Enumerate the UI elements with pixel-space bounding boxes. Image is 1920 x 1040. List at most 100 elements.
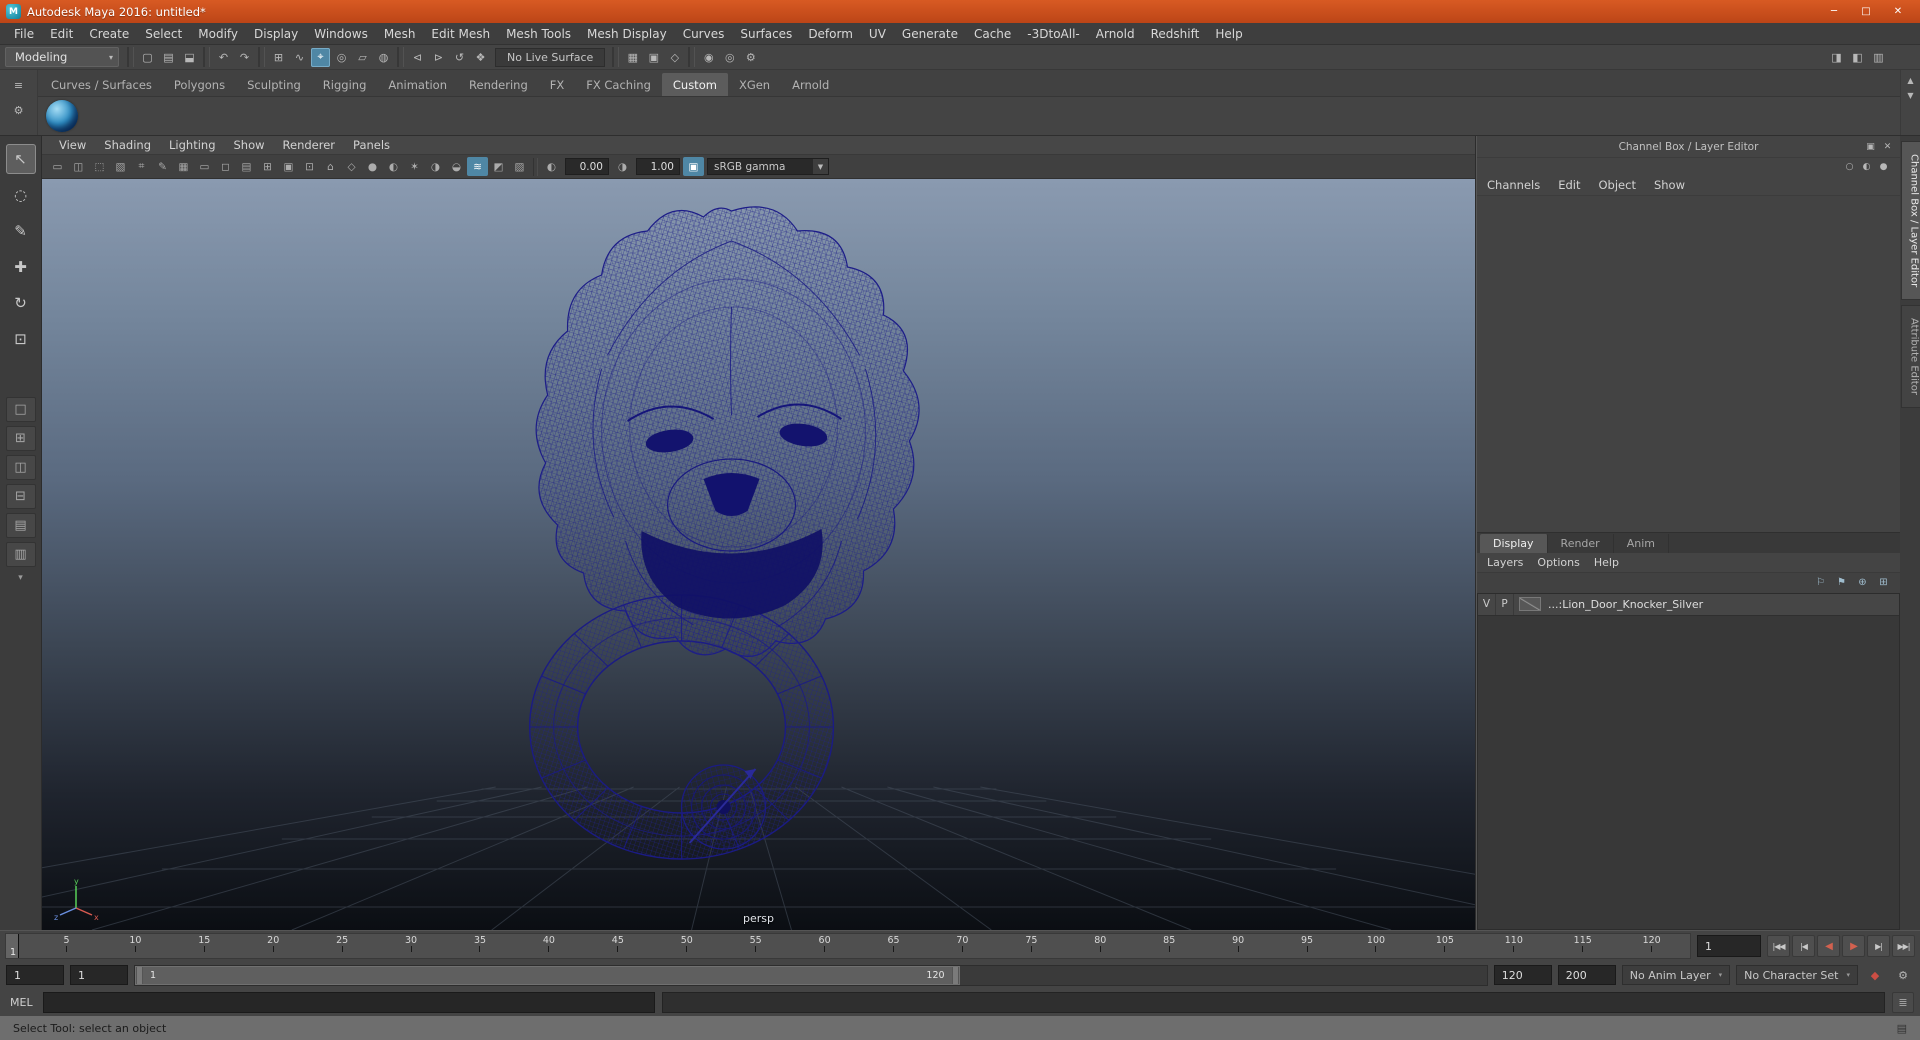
make-live-icon[interactable]: ◍ <box>374 48 393 67</box>
four-pane-layout-button[interactable]: ⊞ <box>5 426 36 451</box>
panel-menu-item[interactable]: Renderer <box>274 138 345 152</box>
viewport-3d[interactable]: y x z persp <box>42 179 1475 930</box>
single-pane-layout-button[interactable]: □ <box>5 397 36 422</box>
motion-blur-icon[interactable]: ≋ <box>467 157 488 176</box>
camera-attributes-icon[interactable]: ◫ <box>68 157 89 176</box>
current-time-field[interactable]: 1 <box>1697 935 1761 957</box>
menu-item[interactable]: Modify <box>190 23 246 45</box>
safe-title-icon[interactable]: ⊡ <box>299 157 320 176</box>
shelf-tab[interactable]: FX <box>539 73 576 96</box>
playback-start-field[interactable]: 1 <box>70 965 128 985</box>
field-chart-icon[interactable]: ⊞ <box>257 157 278 176</box>
wireframe-lion-door-knocker[interactable] <box>528 206 920 860</box>
lasso-select-tool-icon[interactable]: ◌ <box>6 180 36 210</box>
shelf-tab[interactable]: Curves / Surfaces <box>40 73 163 96</box>
animation-preferences-icon[interactable]: ⚙ <box>1892 965 1914 985</box>
menu-item[interactable]: -3DtoAll- <box>1019 23 1087 45</box>
close-button[interactable]: ✕ <box>1882 2 1914 21</box>
shelf-tab[interactable]: Custom <box>661 73 728 96</box>
menu-item[interactable]: Mesh Display <box>579 23 675 45</box>
shelf-tab[interactable]: Polygons <box>163 73 236 96</box>
two-pane-side-layout-button[interactable]: ◫ <box>5 455 36 480</box>
layer-name[interactable]: ...:Lion_Door_Knocker_Silver <box>1548 598 1703 611</box>
open-scene-icon[interactable]: ▤ <box>159 48 178 67</box>
shelf-tab[interactable]: Rendering <box>458 73 539 96</box>
go-to-start-button[interactable]: |◀◀ <box>1767 935 1790 957</box>
range-slider-track[interactable]: 1 120 <box>134 964 1488 986</box>
rotate-tool-icon[interactable]: ↻ <box>6 288 36 318</box>
new-scene-icon[interactable]: ▢ <box>138 48 157 67</box>
move-tool-icon[interactable]: ✚ <box>6 252 36 282</box>
menu-item[interactable]: Cache <box>966 23 1019 45</box>
shelf-menu-icon[interactable]: ≡ <box>9 76 28 95</box>
menu-item[interactable]: Create <box>81 23 137 45</box>
shadows-icon[interactable]: ◑ <box>425 157 446 176</box>
shelf-tab[interactable]: Arnold <box>781 73 840 96</box>
safe-action-icon[interactable]: ▣ <box>278 157 299 176</box>
more-layouts-arrow[interactable]: ▾ <box>18 573 23 583</box>
layer-row[interactable]: V P ...:Lion_Door_Knocker_Silver <box>1478 593 1899 616</box>
isolate-select-icon[interactable]: ◩ <box>488 157 509 176</box>
menu-item[interactable]: UV <box>861 23 894 45</box>
gate-mask-icon[interactable]: ▤ <box>236 157 257 176</box>
wireframe-mode-icon[interactable]: ◇ <box>341 157 362 176</box>
output-connections-icon[interactable]: ⊳ <box>429 48 448 67</box>
layer-editor-tab[interactable]: Render <box>1548 533 1614 553</box>
menu-item[interactable]: Mesh Tools <box>498 23 579 45</box>
shaded-mode-icon[interactable]: ● <box>362 157 383 176</box>
snap-to-points-icon[interactable]: ⌖ <box>311 47 330 67</box>
redo-icon[interactable]: ↷ <box>235 48 254 67</box>
play-forwards-button[interactable]: ▶ <box>1842 935 1865 957</box>
menu-item[interactable]: Deform <box>800 23 861 45</box>
show-manipulator-icon[interactable]: ❖ <box>471 48 490 67</box>
grid-display-icon[interactable]: ▦ <box>623 48 642 67</box>
layer-visibility-toggle[interactable]: V <box>1478 593 1496 615</box>
image-plane-icon[interactable]: ▧ <box>110 157 131 176</box>
three-pane-layout-button[interactable]: ▤ <box>5 513 36 538</box>
no-manip-icon[interactable]: ○ <box>1842 160 1857 174</box>
toggle-attribute-editor-icon[interactable]: ◨ <box>1827 48 1846 67</box>
gamma-icon[interactable]: ◑ <box>612 157 633 176</box>
scale-tool-icon[interactable]: ⊡ <box>6 324 36 354</box>
construction-history-icon[interactable]: ↺ <box>450 48 469 67</box>
channel-box-menu-item[interactable]: Object <box>1599 178 1636 192</box>
character-set-dropdown[interactable]: No Character Set ▾ <box>1736 965 1858 985</box>
menu-item[interactable]: File <box>6 23 42 45</box>
resolution-gate-icon[interactable]: ◻ <box>215 157 236 176</box>
channel-box-menu-item[interactable]: Channels <box>1487 178 1540 192</box>
occlusion-icon[interactable]: ◒ <box>446 157 467 176</box>
time-slider[interactable]: 1 5 10 15 20 25 30 35 40 45 50 55 60 65 … <box>5 933 1691 959</box>
2d-pan-zoom-icon[interactable]: ⌗ <box>131 157 152 176</box>
auto-keyframe-toggle-icon[interactable]: ◆ <box>1864 965 1886 985</box>
viewport-canvas[interactable] <box>42 179 1475 930</box>
menu-item[interactable]: Display <box>246 23 306 45</box>
layer-editor-menu-item[interactable]: Options <box>1537 556 1579 569</box>
layer-editor-menu-item[interactable]: Layers <box>1487 556 1523 569</box>
range-end-handle[interactable] <box>951 966 959 984</box>
panel-menu-item[interactable]: View <box>50 138 95 152</box>
layer-color-swatch[interactable] <box>1519 597 1541 611</box>
anim-layer-dropdown[interactable]: No Anim Layer ▾ <box>1621 965 1731 985</box>
shelf-gear-icon[interactable]: ⚙ <box>9 101 28 120</box>
minimize-button[interactable]: ─ <box>1818 2 1850 21</box>
shelf-tab[interactable]: XGen <box>728 73 781 96</box>
menu-item[interactable]: Redshift <box>1143 23 1208 45</box>
sidebar-vertical-tab[interactable]: Attribute Editor <box>1900 305 1920 409</box>
outliner-persp-layout-button[interactable]: ▥ <box>5 542 36 567</box>
snap-to-grids-icon[interactable]: ⊞ <box>269 48 288 67</box>
command-line-language-label[interactable]: MEL <box>6 996 36 1009</box>
create-empty-layer-icon[interactable]: ⊕ <box>1853 575 1872 591</box>
invisible-manip-icon[interactable]: ◐ <box>1859 160 1874 174</box>
textured-mode-icon[interactable]: ◐ <box>383 157 404 176</box>
grease-pencil-icon[interactable]: ✎ <box>152 157 173 176</box>
animation-start-field[interactable]: 1 <box>6 965 64 985</box>
menu-item[interactable]: Windows <box>306 23 376 45</box>
range-start-handle[interactable] <box>136 966 143 984</box>
channel-box-menu-item[interactable]: Edit <box>1558 178 1580 192</box>
go-to-end-button[interactable]: ▶▶| <box>1892 935 1915 957</box>
layer-playback-toggle[interactable]: P <box>1496 593 1514 615</box>
save-scene-icon[interactable]: ⬓ <box>180 48 199 67</box>
snap-to-curves-icon[interactable]: ∿ <box>290 48 309 67</box>
render-settings-icon[interactable]: ⚙ <box>741 48 760 67</box>
bookmark-icon[interactable]: ⬚ <box>89 157 110 176</box>
